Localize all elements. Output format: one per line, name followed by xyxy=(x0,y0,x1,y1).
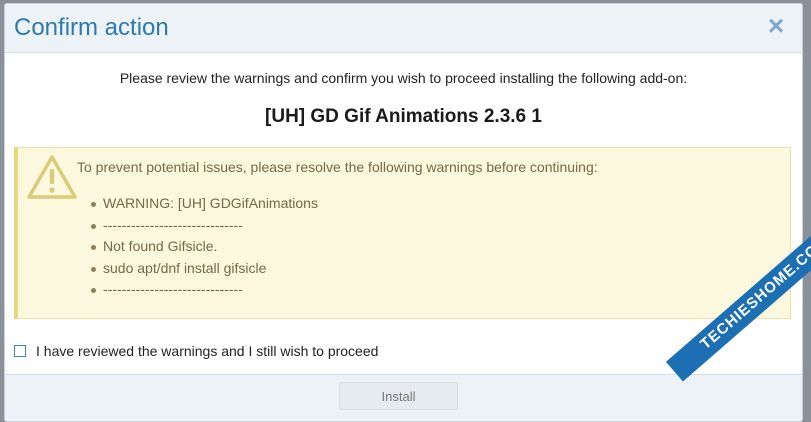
close-icon: × xyxy=(767,10,785,41)
warning-item: ------------------------------ xyxy=(91,215,318,237)
install-button[interactable]: Install xyxy=(339,382,458,410)
confirm-checkbox[interactable] xyxy=(14,345,26,357)
close-button[interactable]: × xyxy=(764,10,788,41)
warning-triangle-icon xyxy=(27,155,77,199)
dialog-title: Confirm action xyxy=(14,14,169,41)
warning-lead: To prevent potential issues, please reso… xyxy=(77,159,598,175)
warning-box: To prevent potential issues, please reso… xyxy=(14,147,791,319)
warning-item: Not found Gifsicle. xyxy=(91,236,318,258)
warning-item: ------------------------------ xyxy=(91,279,318,301)
confirm-label[interactable]: I have reviewed the warnings and I still… xyxy=(36,343,378,359)
intro-text: Please review the warnings and confirm y… xyxy=(119,70,688,86)
warning-item: WARNING: [UH] GDGifAnimations xyxy=(91,193,318,215)
warning-item: sudo apt/dnf install gifsicle xyxy=(91,258,318,280)
addon-title: [UH] GD Gif Animations 2.3.6 1 xyxy=(265,106,542,127)
warning-list: WARNING: [UH] GDGifAnimations ----------… xyxy=(91,193,318,301)
dialog-header: Confirm action × xyxy=(5,4,802,53)
